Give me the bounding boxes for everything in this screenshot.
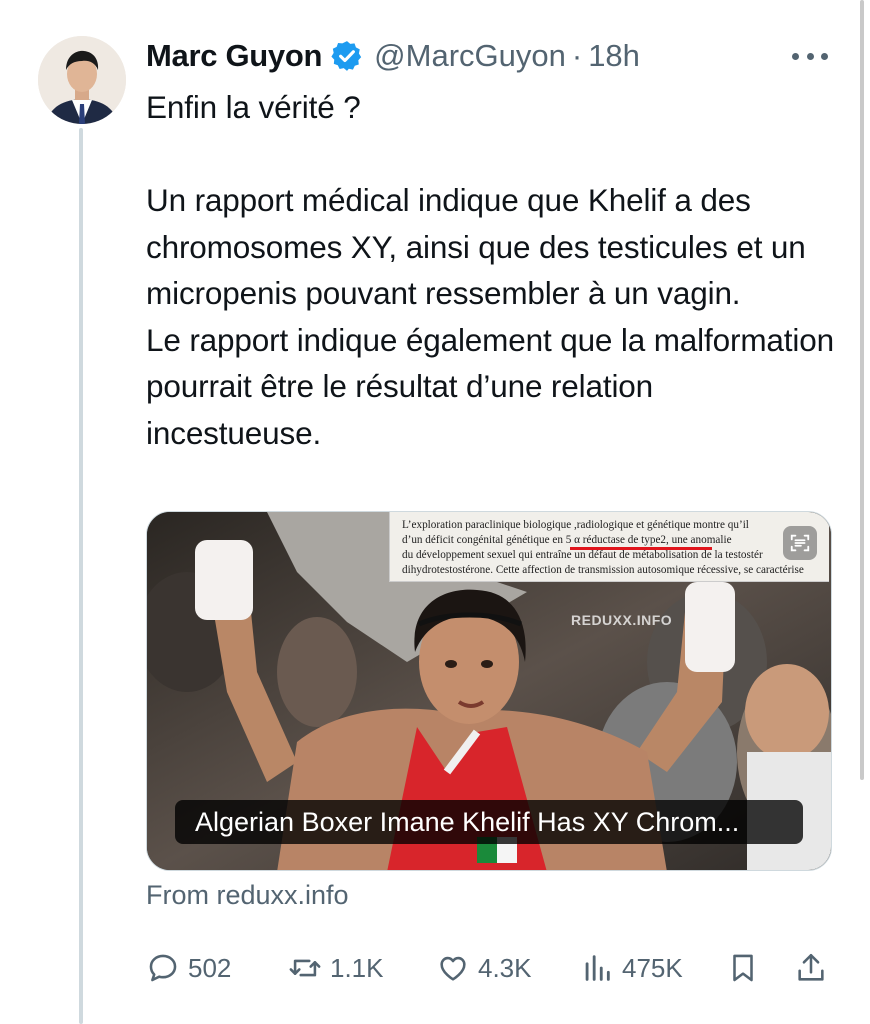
doc-line: du développement sexuel qui entraîne un … — [402, 549, 763, 561]
medical-report-excerpt: L’exploration paraclinique biologique ,r… — [389, 512, 829, 582]
bookmark-icon — [733, 954, 753, 982]
text-scan-icon[interactable] — [783, 526, 817, 560]
link-card-media[interactable]: L’exploration paraclinique biologique ,r… — [146, 511, 832, 871]
avatar[interactable] — [38, 36, 126, 124]
author-name[interactable]: Marc Guyon — [146, 38, 322, 74]
doc-line: d’un déficit congénital génétique en 5 α… — [402, 534, 732, 546]
reply-count: 502 — [188, 952, 232, 983]
reply-bubble-icon — [149, 954, 177, 982]
action-bar: 502 1.1K 4.3K 475K — [146, 946, 836, 990]
heart-icon — [440, 956, 466, 981]
tweet-text: Enfin la vérité ? Un rapport médical ind… — [146, 89, 834, 451]
reply-button[interactable]: 502 — [146, 946, 231, 990]
repost-icon — [289, 959, 321, 977]
watermark-text: REDUXX.INFO — [571, 612, 673, 628]
views-bar-chart-icon — [585, 955, 610, 981]
more-dots-icon[interactable] — [792, 46, 828, 66]
repost-count: 1.1K — [330, 952, 384, 983]
tweet-header: Marc Guyon @MarcGuyon · 18h — [146, 36, 640, 76]
share-button[interactable] — [794, 946, 828, 990]
like-button[interactable]: 4.3K — [436, 946, 532, 990]
separator-dot: · — [571, 38, 583, 73]
timestamp[interactable]: 18h — [588, 38, 640, 74]
author-handle[interactable]: @MarcGuyon — [374, 38, 566, 74]
doc-line: dihydrotestostérone. Cette affection de … — [402, 564, 804, 576]
verified-badge-icon — [330, 39, 364, 73]
bookmark-button[interactable] — [726, 946, 760, 990]
repost-button[interactable]: 1.1K — [288, 946, 384, 990]
like-count: 4.3K — [478, 952, 532, 983]
share-icon — [798, 953, 824, 981]
views-count: 475K — [622, 952, 683, 983]
views-button[interactable]: 475K — [580, 946, 683, 990]
card-title: Algerian Boxer Imane Khelif Has XY Chrom… — [175, 800, 803, 844]
highlight-underline — [570, 547, 712, 550]
link-source[interactable]: From reduxx.info — [146, 880, 349, 911]
scrollbar[interactable] — [860, 0, 864, 780]
thread-line — [79, 128, 83, 1024]
doc-line: L’exploration paraclinique biologique ,r… — [402, 519, 749, 531]
